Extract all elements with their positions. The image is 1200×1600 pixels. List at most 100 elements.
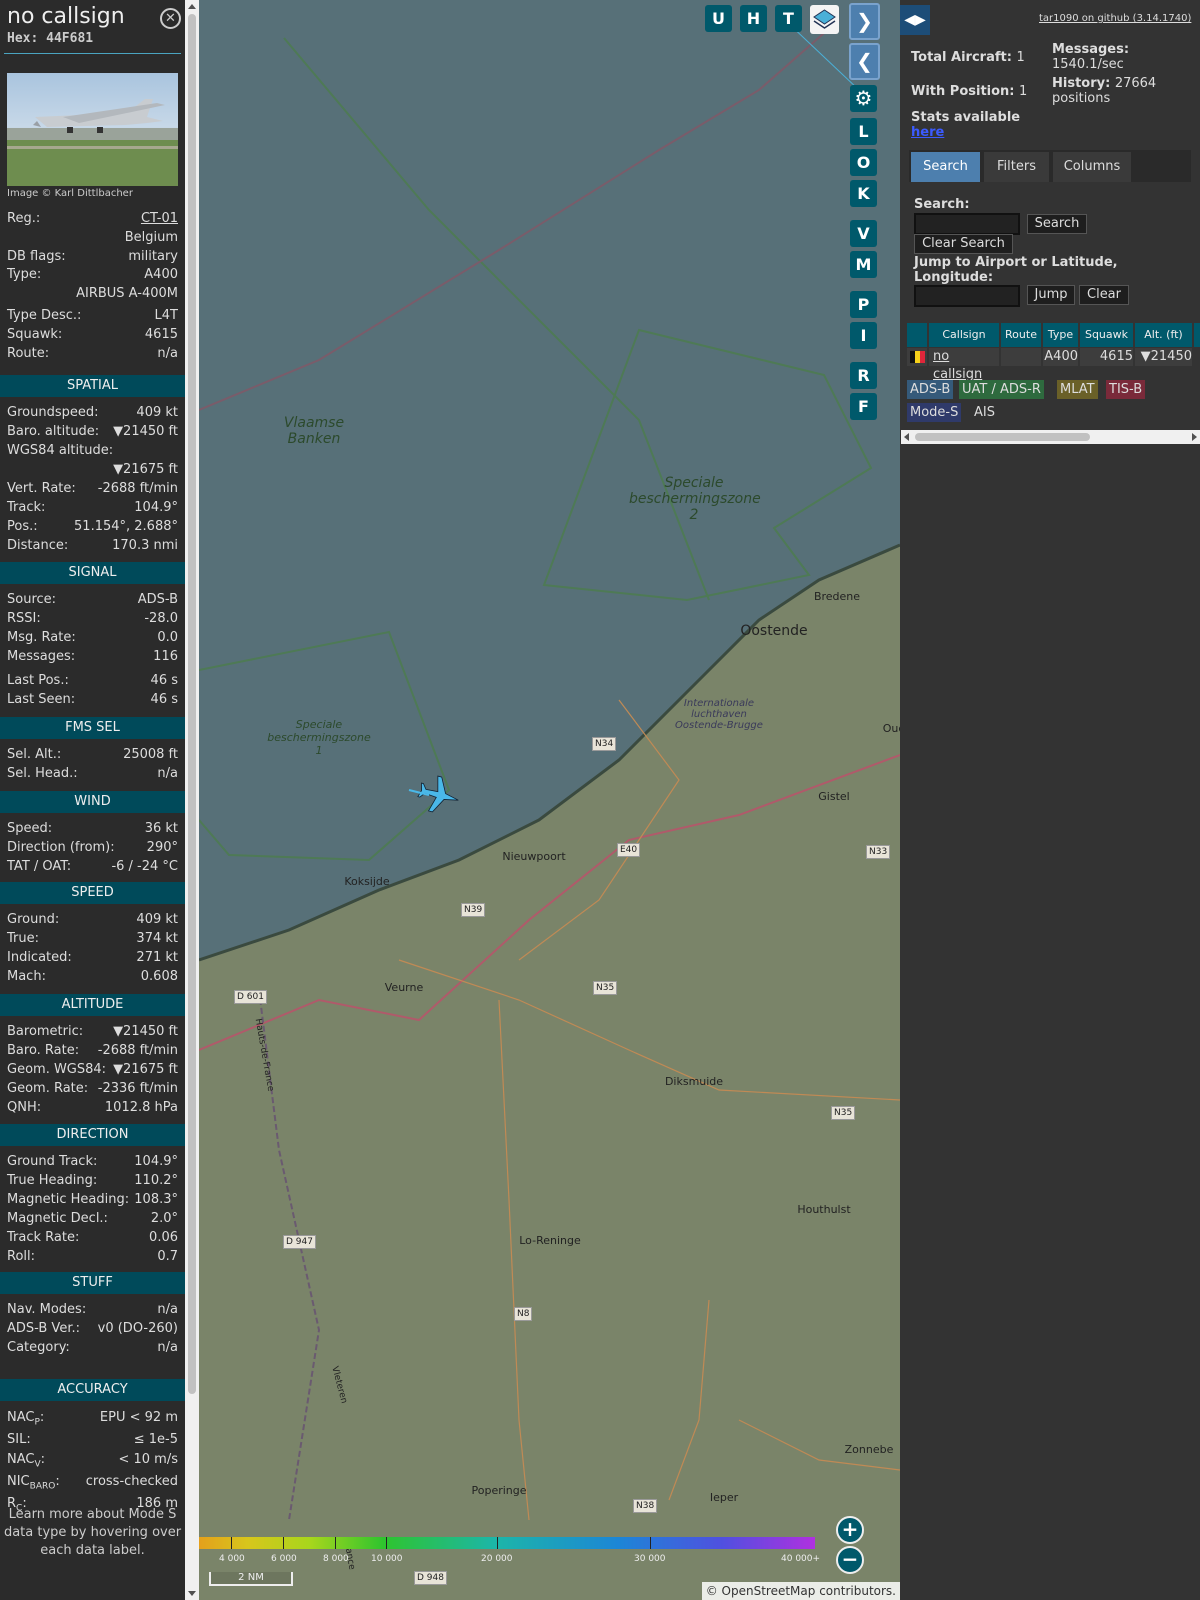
stats-link[interactable]: here — [911, 125, 944, 140]
info-value: 46 s — [150, 673, 178, 688]
clear-button[interactable]: Clear — [1079, 285, 1129, 305]
zoom-out-button[interactable]: − — [836, 1546, 864, 1574]
button-m[interactable]: M — [850, 251, 877, 278]
layers-button[interactable] — [810, 5, 839, 34]
scroll-down-icon[interactable] — [188, 1591, 196, 1596]
button-o[interactable]: O — [850, 149, 877, 176]
clear-search-button[interactable]: Clear Search — [914, 234, 1013, 254]
hscroll-thumb[interactable] — [915, 433, 1090, 441]
osm-link[interactable]: OpenStreetMap — [722, 1584, 816, 1598]
info-value: EPU < 92 m — [99, 1410, 178, 1425]
info-label: Direction (from): — [7, 840, 115, 855]
accuracy-label-text: NAC — [7, 1452, 35, 1467]
info-row: Speed: 36 kt — [7, 821, 178, 840]
tab-filters[interactable]: Filters — [984, 152, 1049, 182]
expand-sidebar-button[interactable]: ❯ — [849, 3, 880, 40]
info-label: Geom. WGS84: — [7, 1062, 107, 1077]
info-row: Pos.: 51.154°, 2.688° — [7, 519, 178, 538]
scroll-left-icon[interactable] — [904, 433, 909, 441]
info-row: Nav. Modes: n/a — [7, 1302, 178, 1321]
github-link[interactable]: tar1090 on github (3.14.1740) — [1039, 13, 1191, 24]
button-r[interactable]: R — [850, 362, 877, 389]
search-input[interactable] — [914, 213, 1020, 235]
label-oud: Oud — [882, 722, 900, 735]
messages-label: Messages: — [1052, 42, 1130, 57]
settings-button[interactable]: ⚙ — [850, 85, 877, 112]
info-value: < 10 m/s — [118, 1452, 178, 1467]
scroll-up-icon[interactable] — [188, 4, 196, 9]
info-row: Type Desc.: L4T — [7, 308, 178, 327]
info-label: Groundspeed: — [7, 405, 99, 420]
attribution-suffix: contributors. — [815, 1584, 896, 1598]
search-button[interactable]: Search — [1027, 214, 1087, 234]
map-view[interactable]: Vlaamse Banken Speciale beschermingszone… — [199, 0, 900, 1600]
messages-value: 1540.1/sec — [1052, 57, 1124, 72]
source-mlat: MLAT — [1057, 380, 1098, 399]
button-i[interactable]: I — [850, 322, 877, 349]
aircraft-photo[interactable] — [7, 73, 178, 186]
collapse-sidebar-button[interactable]: ❮ — [849, 43, 880, 80]
accuracy-label-text: SIL: — [7, 1432, 31, 1447]
section-header: ACCURACY — [0, 1379, 185, 1401]
info-label: TAT / OAT: — [7, 859, 72, 874]
info-row: Baro. Rate: -2688 ft/min — [7, 1043, 178, 1062]
info-row: Belgium — [7, 230, 178, 249]
jump-button[interactable]: Jump — [1027, 285, 1075, 305]
info-value: 374 kt — [136, 931, 178, 946]
scrollbar-thumb[interactable] — [188, 14, 196, 1394]
table-header-route[interactable]: Route — [1001, 323, 1041, 347]
stats-available: Stats available here — [911, 110, 1020, 140]
info-label: Magnetic Decl.: — [7, 1211, 108, 1226]
button-u[interactable]: U — [705, 5, 732, 32]
table-header-callsign[interactable]: Callsign — [929, 323, 999, 347]
sidebar: ◀▶ tar1090 on github (3.14.1740) Total A… — [900, 0, 1200, 1600]
info-label: Pos.: — [7, 519, 38, 534]
row-callsign[interactable]: no callsign — [929, 348, 999, 382]
info-value[interactable]: CT-01 — [141, 211, 178, 226]
with-position-label: With Position: — [911, 84, 1015, 99]
info-row: Reg.: CT-01 — [7, 211, 178, 230]
info-value: cross-checked — [85, 1474, 178, 1489]
button-h[interactable]: H — [740, 5, 767, 32]
sidebar-toggle-button[interactable]: ◀▶ — [900, 5, 930, 35]
zoom-in-button[interactable]: + — [836, 1516, 864, 1544]
source-tisb: TIS-B — [1106, 380, 1146, 399]
info-label: Last Seen: — [7, 692, 76, 707]
total-aircraft: Total Aircraft: 1 — [911, 50, 1025, 65]
info-row: Track: 104.9° — [7, 500, 178, 519]
info-row: DB flags: military — [7, 249, 178, 268]
info-label: Speed: — [7, 821, 53, 836]
button-p[interactable]: P — [850, 291, 877, 318]
button-v[interactable]: V — [850, 220, 877, 247]
tab-columns[interactable]: Columns — [1053, 152, 1131, 182]
info-label: NICBARO: — [7, 1474, 60, 1492]
total-aircraft-label: Total Aircraft: — [911, 50, 1012, 65]
close-icon[interactable]: ✕ — [160, 8, 181, 29]
button-f[interactable]: F — [850, 393, 877, 420]
button-t[interactable]: T — [775, 5, 802, 32]
button-l[interactable]: L — [850, 118, 877, 145]
row-type: A400 — [1043, 348, 1078, 366]
total-aircraft-value: 1 — [1016, 50, 1025, 65]
info-value: 0.7 — [157, 1249, 178, 1264]
table-header-squawk[interactable]: Squawk — [1080, 323, 1133, 347]
table-horizontal-scrollbar[interactable] — [901, 430, 1200, 444]
info-value: 116 — [153, 649, 178, 664]
info-row: Sel. Alt.: 25008 ft — [7, 747, 178, 766]
road-label: N8 — [514, 1307, 533, 1321]
info-label: Nav. Modes: — [7, 1302, 87, 1317]
table-header-type[interactable]: Type — [1043, 323, 1078, 347]
table-header-alt[interactable]: Alt. (ft) — [1135, 323, 1192, 347]
button-k[interactable]: K — [850, 180, 877, 207]
tab-search[interactable]: Search — [911, 152, 980, 182]
info-label: DB flags: — [7, 249, 66, 264]
with-position: With Position: 1 — [911, 84, 1027, 99]
info-row: Ground Track: 104.9° — [7, 1154, 178, 1173]
info-panel-scrollbar[interactable] — [185, 0, 199, 1600]
legend-tick: 30 000 — [634, 1554, 666, 1564]
info-value: -6 / -24 °C — [111, 859, 178, 874]
jump-input[interactable] — [914, 285, 1020, 307]
scroll-right-icon[interactable] — [1192, 433, 1197, 441]
info-row: Sel. Head.: n/a — [7, 766, 178, 785]
info-value: 104.9° — [134, 500, 178, 515]
